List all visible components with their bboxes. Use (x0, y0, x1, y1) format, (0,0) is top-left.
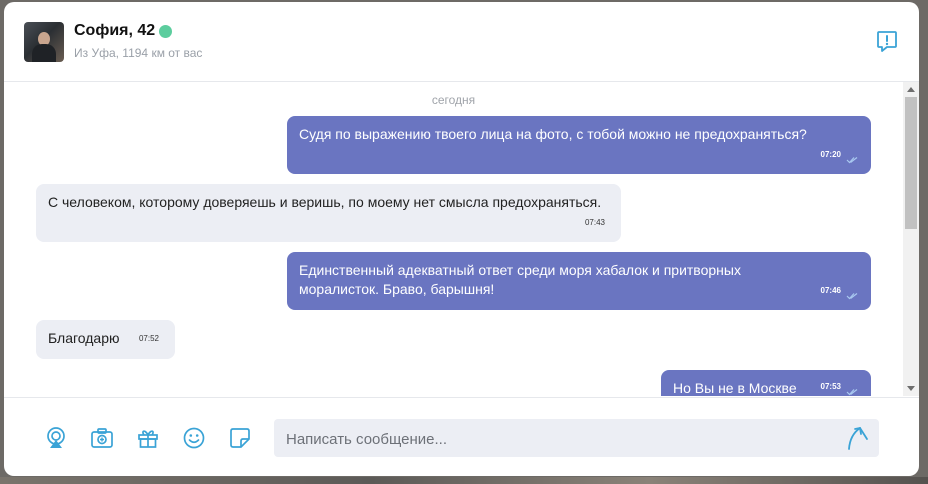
avatar[interactable] (24, 22, 64, 62)
background-strip (0, 477, 928, 484)
message-input-wrapper (274, 419, 879, 459)
message-text: Благодарю (48, 330, 120, 346)
message-input[interactable] (284, 419, 848, 459)
message-outgoing[interactable]: Единственный адекватный ответ среди моря… (287, 252, 871, 310)
message-time: 07:46 (820, 286, 841, 295)
read-check-icon (846, 157, 858, 164)
message-text: Но Вы не в Москве (673, 380, 797, 396)
scrollbar[interactable] (903, 82, 919, 396)
composer (4, 397, 919, 476)
contact-location: Из Уфа, 1194 км от вас (74, 46, 203, 60)
message-outgoing[interactable]: Но Вы не в Москве 07:53 (661, 370, 871, 396)
scroll-up-arrow[interactable] (907, 87, 915, 92)
scroll-down-arrow[interactable] (907, 386, 915, 391)
message-time: 07:43 (584, 218, 605, 227)
sticker-icon[interactable] (228, 426, 252, 450)
chat-header: София, 42 Из Уфа, 1194 км от вас (4, 2, 919, 82)
message-time: 07:20 (820, 150, 841, 159)
message-text: Судя по выражению твоего лица на фото, с… (299, 126, 807, 142)
chat-window: София, 42 Из Уфа, 1194 км от вас сегодня… (4, 2, 919, 476)
gift-icon[interactable] (136, 426, 160, 450)
message-list[interactable]: сегодня Судя по выражению твоего лица на… (4, 82, 903, 396)
message-incoming[interactable]: Благодарю 07:52 (36, 320, 175, 359)
message-text: С человеком, которому доверяешь и веришь… (48, 194, 602, 210)
scrollbar-thumb[interactable] (905, 97, 917, 229)
report-icon[interactable] (876, 30, 898, 54)
message-text: Единственный адекватный ответ среди моря… (299, 262, 741, 297)
online-status-icon (159, 25, 172, 38)
location-icon[interactable] (44, 426, 68, 450)
message-time: 07:53 (820, 382, 841, 391)
send-icon[interactable] (847, 425, 869, 451)
camera-icon[interactable] (90, 426, 114, 450)
message-outgoing[interactable]: Судя по выражению твоего лица на фото, с… (287, 116, 871, 174)
contact-name[interactable]: София, 42 (74, 22, 155, 40)
emoji-icon[interactable] (182, 426, 206, 450)
read-check-icon (846, 293, 858, 300)
message-incoming[interactable]: С человеком, которому доверяешь и веришь… (36, 184, 621, 242)
read-check-icon (846, 389, 858, 396)
avatar-body (32, 44, 56, 62)
message-time: 07:52 (138, 334, 159, 343)
date-separator: сегодня (431, 93, 476, 107)
